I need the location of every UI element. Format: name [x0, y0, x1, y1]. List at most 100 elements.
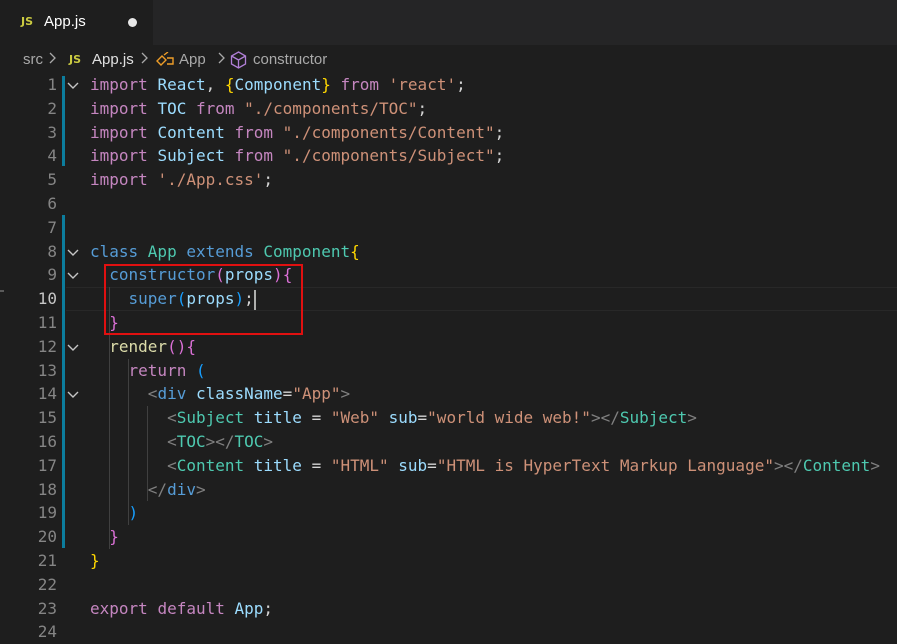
line-number: 8 — [47, 241, 57, 261]
code-token: React — [157, 75, 206, 94]
code-line[interactable]: 3 import Content from "./components/Conte… — [0, 121, 897, 145]
line-number: 18 — [37, 479, 57, 499]
unsaved-dot-icon[interactable] — [128, 18, 137, 27]
line-number: 12 — [37, 336, 57, 356]
code-editor[interactable]: 1 import React, {Component} from 'react';… — [0, 73, 897, 641]
code-line[interactable]: 22 — [0, 573, 897, 597]
code-token: < — [147, 384, 158, 404]
code-token: TOC — [157, 98, 187, 118]
code-token: ; — [263, 598, 274, 618]
left-edge-marker — [0, 290, 4, 292]
code-token: className — [195, 384, 283, 404]
code-text: <div className="App"> — [90, 382, 350, 406]
breadcrumb-class[interactable]: App — [179, 51, 206, 68]
code-token: from — [186, 98, 245, 118]
code-token: Subject — [619, 408, 688, 428]
code-line[interactable]: 6 — [0, 192, 897, 216]
line-number: 6 — [47, 194, 57, 213]
code-token: = — [311, 455, 331, 475]
code-line[interactable]: 24 — [0, 620, 897, 644]
line-number: 5 — [47, 170, 57, 190]
code-line[interactable]: 23 export default App; — [0, 597, 897, 621]
code-token: } — [90, 551, 100, 570]
code-token: TOC — [176, 432, 206, 451]
code-token: Subject — [157, 146, 225, 166]
code-token: ; — [263, 170, 274, 190]
code-line[interactable]: 13 return ( — [0, 359, 897, 383]
code-token: import — [90, 146, 158, 166]
code-text: <Subject title = "Web" sub="world wide w… — [90, 406, 697, 430]
code-text: render(){ — [90, 335, 196, 359]
code-line[interactable]: 5 import './App.css'; — [0, 168, 897, 192]
code-token: < — [167, 432, 177, 451]
code-token: "Web" — [330, 408, 389, 428]
code-token: default — [157, 598, 235, 618]
line-number: 24 — [37, 622, 57, 642]
code-line[interactable]: 16 <TOC></TOC> — [0, 430, 897, 454]
code-line[interactable]: 8 class App extends Component{ — [0, 240, 897, 264]
code-line[interactable]: 17 <Content title = "HTML" sub="HTML is … — [0, 454, 897, 478]
code-token: < — [167, 408, 177, 428]
code-token: > — [195, 479, 206, 499]
chevron-right-icon — [49, 51, 57, 68]
code-token: from — [224, 122, 283, 142]
line-number: 14 — [37, 384, 57, 404]
code-line[interactable]: 1 import React, {Component} from 'react'; — [0, 73, 897, 97]
code-token: './App.css' — [157, 170, 264, 190]
code-text: export default App; — [90, 597, 273, 621]
code-token: ) — [128, 503, 139, 523]
code-line[interactable]: 14 <div className="App"> — [0, 382, 897, 406]
code-line[interactable]: 4 import Subject from "./components/Subje… — [0, 144, 897, 168]
code-token: = — [282, 384, 293, 404]
code-token: App — [234, 598, 264, 618]
code-token: Component — [263, 241, 351, 261]
breadcrumb-file[interactable]: App.js — [92, 51, 134, 68]
code-text: import Content from "./components/Conten… — [90, 121, 504, 145]
code-token: < — [167, 455, 177, 475]
code-token: ; — [456, 75, 466, 94]
code-token: sub — [398, 455, 428, 475]
tab-app-js[interactable]: JS App.js — [0, 0, 153, 45]
code-line[interactable]: 12 render(){ — [0, 335, 897, 359]
code-line[interactable]: 20 } — [0, 525, 897, 549]
fold-chevron-down-icon[interactable] — [66, 78, 80, 92]
code-token: import — [90, 98, 158, 118]
indent-guide — [128, 358, 129, 526]
breadcrumb-method[interactable]: constructor — [253, 51, 327, 68]
tab-bar: JS App.js — [0, 0, 897, 45]
code-line[interactable]: 19 ) — [0, 501, 897, 525]
chevron-right-icon — [218, 51, 226, 68]
code-line[interactable]: 15 <Subject title = "Web" sub="world wid… — [0, 406, 897, 430]
chevron-right-icon — [141, 51, 149, 68]
fold-chevron-down-icon[interactable] — [66, 245, 80, 259]
code-text: import TOC from "./components/TOC"; — [90, 97, 427, 121]
code-token: "./components/TOC" — [244, 98, 418, 118]
line-number: 21 — [37, 551, 57, 570]
code-token: Content — [802, 455, 871, 475]
fold-chevron-down-icon[interactable] — [66, 340, 80, 354]
fold-chevron-down-icon[interactable] — [66, 387, 80, 401]
code-token: ></ — [590, 408, 620, 428]
breadcrumb-folder[interactable]: src — [23, 51, 43, 68]
code-token: App — [147, 241, 187, 261]
code-line[interactable]: 21} — [0, 549, 897, 573]
code-token: "HTML is HyperText Markup Language" — [436, 455, 774, 475]
code-token: Content — [176, 455, 254, 475]
code-token: ; — [417, 98, 428, 118]
code-line[interactable]: 2 import TOC from "./components/TOC"; — [0, 97, 897, 121]
code-token: from — [224, 146, 283, 166]
code-line[interactable]: 18 </div> — [0, 478, 897, 502]
code-token: = — [417, 408, 428, 428]
code-text: <Content title = "HTML" sub="HTML is Hyp… — [90, 454, 880, 478]
fold-chevron-down-icon[interactable] — [66, 268, 80, 282]
line-number: 3 — [47, 122, 57, 142]
code-token: div — [167, 479, 196, 499]
code-token: title — [253, 408, 312, 428]
method-cube-icon — [230, 51, 247, 73]
code-token: = — [427, 455, 437, 475]
code-token: ; — [494, 122, 505, 142]
code-token: > — [870, 455, 880, 475]
code-line[interactable]: 7 — [0, 216, 897, 240]
line-number: 11 — [37, 313, 57, 332]
